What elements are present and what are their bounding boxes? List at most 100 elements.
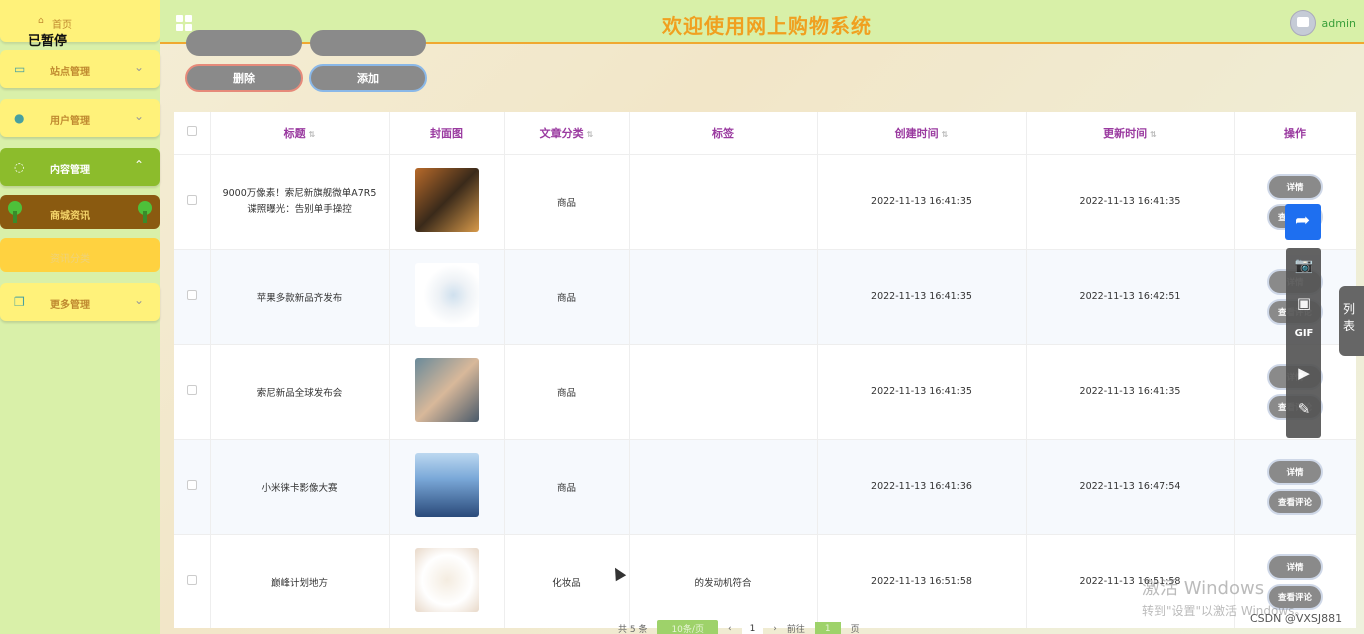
- sort-icon[interactable]: ⇅: [587, 130, 594, 139]
- capture-toolbar: 📷 ▣ GIF ▶ ✎: [1286, 248, 1321, 438]
- row-checkbox[interactable]: [186, 575, 197, 585]
- avatar[interactable]: [1289, 10, 1316, 36]
- row-title: 小米徕卡影像大赛: [210, 439, 390, 535]
- row-checkbox[interactable]: [186, 385, 197, 395]
- page-unit-label: 页: [850, 625, 860, 634]
- column-header-category[interactable]: 文章分类 ⇅: [504, 112, 630, 155]
- row-category: 商品: [504, 439, 630, 535]
- chevron-up-icon: ⌃: [133, 158, 144, 172]
- cover-image: [414, 548, 479, 612]
- sidebar-subitem-news-category[interactable]: 资讯分类: [0, 238, 160, 272]
- row-created: 2022-11-13 16:41:35: [817, 249, 1027, 345]
- detail-button[interactable]: 详情: [1267, 173, 1323, 200]
- chat-icon: ◌: [14, 160, 25, 174]
- camera-icon[interactable]: 📷: [1294, 256, 1314, 274]
- sidebar-subitem-mall-news[interactable]: 商城资讯: [0, 195, 160, 229]
- row-tag: [629, 249, 818, 345]
- list-side-tab[interactable]: 列表: [1339, 286, 1364, 356]
- monitor-icon: ▭: [14, 62, 26, 76]
- detail-button[interactable]: 详情: [1267, 458, 1323, 485]
- goto-label: 前往: [786, 625, 805, 634]
- cover-image: [414, 358, 479, 422]
- row-category: 商品: [504, 344, 630, 440]
- user-menu[interactable]: admin: [1289, 10, 1356, 36]
- gif-icon[interactable]: GIF: [1294, 328, 1314, 346]
- paused-overlay-text: 已暂停: [28, 34, 68, 49]
- pagination-total: 共 5 条: [618, 625, 648, 634]
- row-category: 化妆品: [504, 534, 630, 628]
- sort-icon[interactable]: ⇅: [942, 130, 949, 139]
- row-created: 2022-11-13 16:41:35: [817, 344, 1027, 440]
- page-number[interactable]: 1: [741, 621, 764, 634]
- page-size-select[interactable]: 10条/页: [657, 620, 718, 634]
- sidebar-item-label: 站点管理: [50, 67, 90, 78]
- row-tag: [629, 439, 818, 535]
- edit-icon[interactable]: ✎: [1294, 400, 1314, 418]
- sidebar-item-home[interactable]: ⌂ 首页 已暂停: [0, 0, 160, 49]
- table-row: 小米徕卡影像大赛 商品 2022-11-13 16:41:36 2022-11-…: [174, 439, 1356, 535]
- row-created: 2022-11-13 16:51:58: [817, 534, 1027, 628]
- sort-icon[interactable]: ⇅: [309, 130, 316, 139]
- column-header-actions: 操作: [1234, 112, 1356, 155]
- table-header-row: 标题 ⇅ 封面图 文章分类 ⇅ 标签 创建时间 ⇅ 更新时间 ⇅ 操作: [174, 112, 1356, 155]
- table-row: 索尼新品全球发布会 商品 2022-11-13 16:41:35 2022-11…: [174, 344, 1356, 440]
- row-updated: 2022-11-13 16:47:54: [1026, 439, 1235, 535]
- video-icon[interactable]: ▶: [1294, 364, 1314, 382]
- sidebar-item-more-management[interactable]: ❐ 更多管理 ⌄: [0, 283, 160, 321]
- add-button[interactable]: 添加: [309, 64, 427, 92]
- row-updated: 2022-11-13 16:42:51: [1026, 249, 1235, 345]
- sidebar: ⌂ 首页 已暂停 ▭ 站点管理 ⌄ ● 用户管理 ⌄ ◌ 内容管理 ⌃ 商城资讯…: [0, 0, 160, 634]
- row-created: 2022-11-13 16:41:36: [817, 439, 1027, 535]
- query-button-partial[interactable]: [186, 30, 302, 56]
- chevron-down-icon: ⌄: [133, 109, 144, 123]
- row-tag: 的发动机符合: [629, 534, 818, 628]
- select-all-checkbox[interactable]: [186, 126, 197, 137]
- row-category: 商品: [504, 154, 630, 250]
- share-icon[interactable]: [1285, 204, 1321, 240]
- sidebar-subitem-label: 资讯分类: [50, 254, 90, 265]
- view-comments-button[interactable]: 查看评论: [1267, 488, 1323, 515]
- sidebar-item-label: 首页: [52, 20, 72, 31]
- column-header-updated[interactable]: 更新时间 ⇅: [1026, 112, 1235, 155]
- copy-icon: ❐: [14, 295, 25, 309]
- row-checkbox[interactable]: [186, 290, 197, 300]
- row-updated: 2022-11-13 16:41:35: [1026, 344, 1235, 440]
- goto-page-input[interactable]: 1: [814, 621, 841, 634]
- side-tab-label: 列表: [1343, 302, 1356, 333]
- select-all-cell[interactable]: [174, 112, 211, 155]
- image-icon[interactable]: ▣: [1294, 294, 1314, 312]
- tree-icon: [8, 201, 22, 223]
- cover-image: [414, 168, 479, 232]
- row-tag: [629, 154, 818, 250]
- column-header-created[interactable]: 创建时间 ⇅: [817, 112, 1027, 155]
- sidebar-item-label: 用户管理: [50, 116, 90, 127]
- row-tag: [629, 344, 818, 440]
- row-checkbox[interactable]: [186, 480, 197, 490]
- username: admin: [1321, 16, 1356, 30]
- sidebar-item-content-management[interactable]: ◌ 内容管理 ⌃: [0, 148, 160, 186]
- row-title: 苹果多款新品齐发布: [210, 249, 390, 345]
- table-row: 9000万像素！索尼新旗舰微单A7R5谍照曝光：告别单手操控 商品 2022-1…: [174, 154, 1356, 250]
- table-row: 苹果多款新品齐发布 商品 2022-11-13 16:41:35 2022-11…: [174, 249, 1356, 345]
- prev-page-icon[interactable]: ‹: [728, 624, 732, 634]
- chevron-down-icon: ⌄: [133, 293, 144, 307]
- reset-button-partial[interactable]: [310, 30, 426, 56]
- sidebar-item-site-management[interactable]: ▭ 站点管理 ⌄: [0, 50, 160, 88]
- delete-button[interactable]: 删除: [185, 64, 303, 92]
- row-checkbox[interactable]: [186, 195, 197, 205]
- sidebar-subitem-label: 商城资讯: [50, 211, 90, 222]
- next-page-icon[interactable]: ›: [773, 624, 777, 634]
- row-title: 巅峰计划地方: [210, 534, 390, 628]
- sort-icon[interactable]: ⇅: [1150, 130, 1157, 139]
- column-header-cover: 封面图: [389, 112, 505, 155]
- csdn-watermark: CSDN @VXSJ881: [1250, 612, 1343, 625]
- sidebar-item-user-management[interactable]: ● 用户管理 ⌄: [0, 99, 160, 137]
- cover-image: [414, 453, 479, 517]
- row-updated: 2022-11-13 16:41:35: [1026, 154, 1235, 250]
- sidebar-item-label: 更多管理: [50, 300, 90, 311]
- column-header-title[interactable]: 标题 ⇅: [210, 112, 390, 155]
- row-title: 9000万像素！索尼新旗舰微单A7R5谍照曝光：告别单手操控: [210, 154, 390, 250]
- row-title: 索尼新品全球发布会: [210, 344, 390, 440]
- row-category: 商品: [504, 249, 630, 345]
- user-icon: ●: [14, 111, 25, 125]
